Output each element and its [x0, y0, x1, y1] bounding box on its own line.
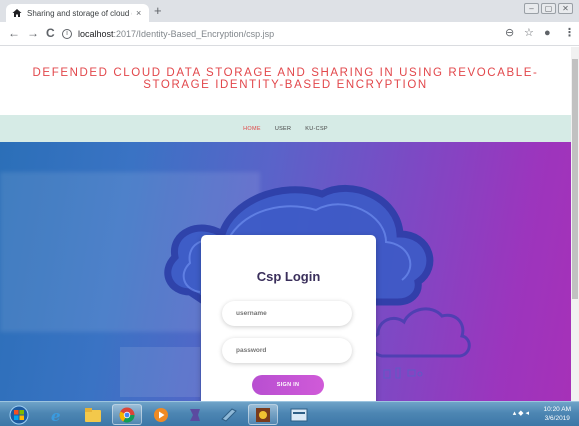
start-button[interactable] — [4, 404, 34, 425]
forward-button[interactable]: → — [27, 26, 39, 40]
svg-text:e: e — [51, 407, 61, 424]
nav-ku-csp[interactable]: KU-CSP — [305, 126, 328, 132]
small-cloud-icon — [370, 307, 471, 358]
taskbar-ie-icon[interactable]: e — [42, 404, 72, 425]
login-title: Csp Login — [256, 269, 321, 284]
device-icons — [383, 367, 423, 379]
scrollbar-thumb[interactable] — [572, 59, 578, 299]
new-tab-button[interactable]: + — [154, 4, 162, 18]
reload-button[interactable]: C — [46, 26, 55, 40]
url-path: :2017/Identity-Based_Encryption/csp.jsp — [113, 28, 275, 39]
url-host: localhost — [78, 28, 114, 39]
web-page: DEFENDED CLOUD DATA STORAGE AND SHARING … — [0, 47, 571, 401]
maximize-button[interactable]: ▢ — [541, 3, 556, 14]
hero-light-streak — [120, 347, 200, 397]
address-bar-row: ← → C i localhost:2017/Identity-Based_En… — [0, 22, 579, 46]
minimize-button[interactable]: – — [524, 3, 539, 14]
taskbar-app-icon[interactable] — [248, 404, 278, 425]
bookmark-star-icon[interactable]: ☆ — [524, 27, 534, 39]
nav-user[interactable]: USER — [275, 126, 291, 132]
page-scrollbar[interactable] — [571, 47, 579, 401]
system-clock[interactable]: 10:20 AM 3/6/2019 — [544, 405, 571, 423]
profile-icon[interactable]: ● — [544, 27, 551, 39]
browser-tab[interactable]: Sharing and storage of cloud da × — [6, 4, 149, 22]
info-icon[interactable]: i — [62, 28, 72, 39]
username-input[interactable] — [222, 301, 352, 326]
menu-icon[interactable]: ⋮ — [564, 27, 575, 39]
home-icon — [12, 9, 22, 17]
login-card: Csp Login SIGN IN — [201, 235, 376, 401]
clock-time: 10:20 AM — [543, 406, 571, 413]
taskbar-explorer-icon[interactable] — [78, 404, 108, 425]
taskbar-window-icon[interactable] — [284, 404, 314, 425]
system-tray-icons[interactable]: ▴ ◆ ◂ — [513, 409, 529, 417]
windows-logo-icon — [9, 405, 29, 424]
page-title: DEFENDED CLOUD DATA STORAGE AND SHARING … — [0, 67, 571, 91]
window-controls: – ▢ ✕ — [524, 3, 573, 14]
taskbar-eclipse-icon[interactable] — [180, 404, 210, 425]
back-button[interactable]: ← — [8, 26, 20, 40]
sign-in-button[interactable]: SIGN IN — [252, 375, 324, 395]
page-title-line-2: STORAGE IDENTITY-BASED ENCRYPTION — [143, 79, 428, 91]
tab-title: Sharing and storage of cloud da — [27, 8, 132, 18]
clock-date: 3/6/2019 — [544, 415, 570, 422]
windows-taskbar: e ▴ ◆ ◂ 10:20 AM 3/6/2019 — [0, 401, 579, 426]
main-nav: HOME USER KU-CSP — [0, 115, 571, 142]
taskbar-chrome-icon[interactable] — [112, 404, 142, 425]
browser-tab-bar: Sharing and storage of cloud da × + – ▢ … — [0, 0, 579, 22]
nav-home[interactable]: HOME — [243, 126, 261, 132]
tab-close-icon[interactable]: × — [136, 8, 141, 18]
password-input[interactable] — [222, 338, 352, 363]
taskbar-tool-icon[interactable] — [214, 404, 244, 425]
zoom-icon[interactable]: ⊖ — [505, 27, 514, 39]
close-window-button[interactable]: ✕ — [558, 3, 573, 14]
page-title-line-1: DEFENDED CLOUD DATA STORAGE AND SHARING … — [32, 67, 539, 79]
taskbar-media-icon[interactable] — [146, 404, 176, 425]
url-input[interactable]: i localhost:2017/Identity-Based_Encrypti… — [62, 25, 482, 42]
